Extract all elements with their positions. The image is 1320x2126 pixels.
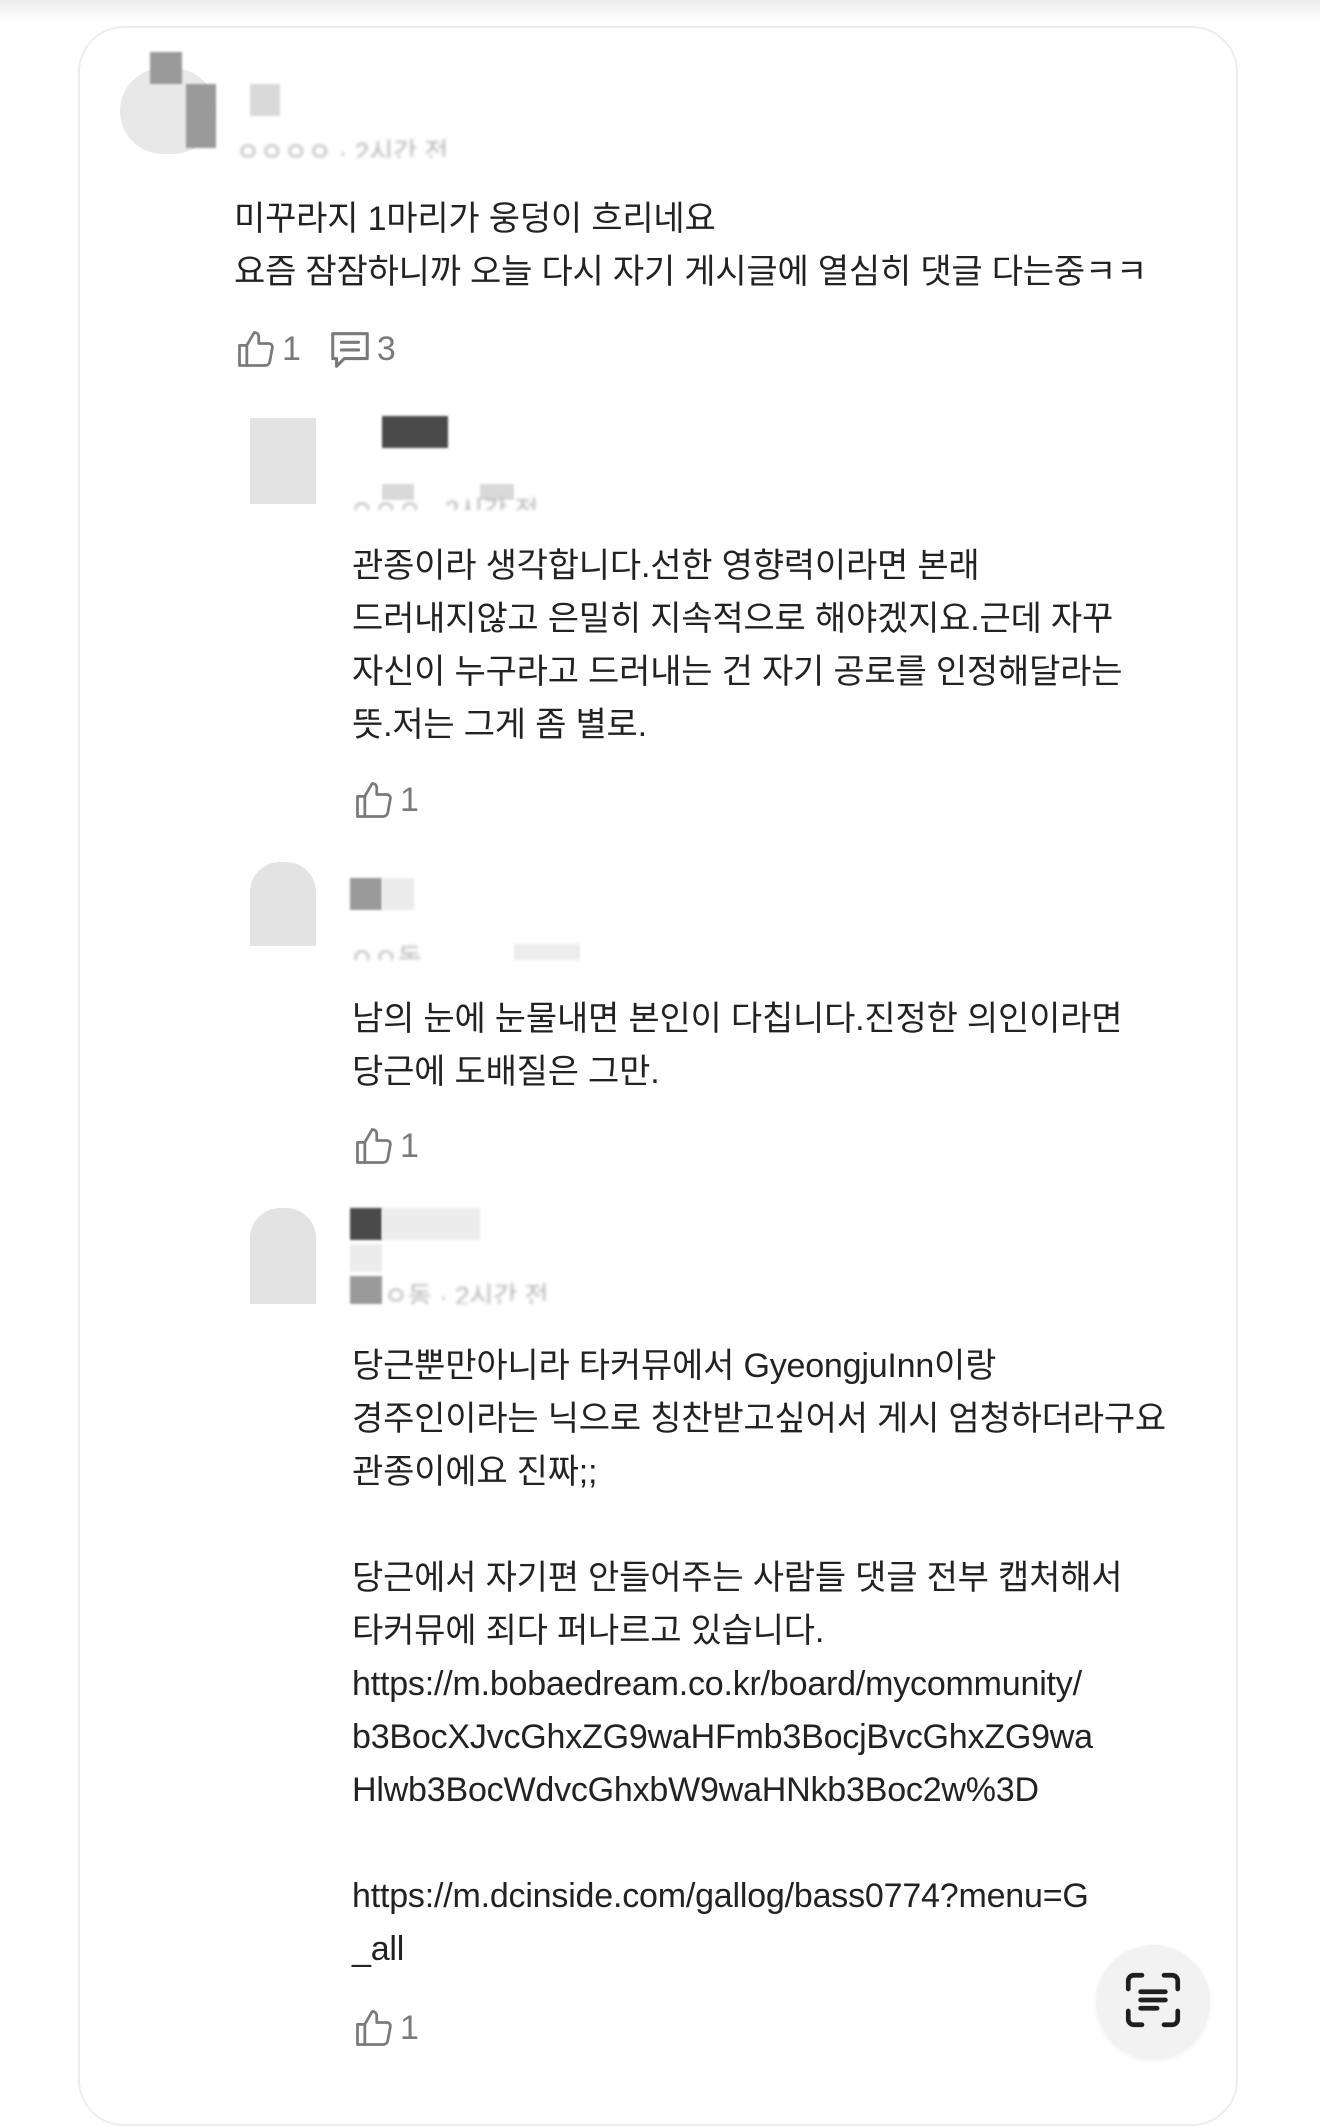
reply-actions: 1 <box>352 2006 445 2050</box>
thumbs-up-icon <box>352 2006 396 2050</box>
username-redacted <box>186 84 216 148</box>
avatar[interactable] <box>250 418 316 504</box>
comment-actions: 1 3 <box>234 326 422 372</box>
reply-button[interactable]: 3 <box>327 326 396 372</box>
top-shadow <box>0 0 1320 22</box>
username-redacted <box>150 52 182 84</box>
reply-text: 관종이라 생각합니다.선한 영향력이라면 본래 드러내지않고 은밀히 지속적으로… <box>352 547 1123 744</box>
reply-actions: 1 <box>352 1124 445 1168</box>
username-redacted <box>350 1276 382 1304</box>
text-scan-button[interactable] <box>1096 1945 1210 2059</box>
like-button[interactable]: 1 <box>352 778 419 822</box>
comment-text: 미꾸라지 1마리가 웅덩이 흐리네요 요즘 잠잠하니까 오늘 다시 자기 게시글… <box>234 200 1148 291</box>
like-button[interactable]: 1 <box>352 2006 419 2050</box>
username-redacted <box>382 416 448 448</box>
like-button[interactable]: 1 <box>234 327 301 371</box>
username-redacted <box>350 1244 382 1272</box>
comment-meta: ㅇㅇㅇㅇ · 2시간 전 <box>236 137 449 158</box>
thumbs-up-icon <box>352 778 396 822</box>
reply-meta: ㅇㅇ동 <box>350 943 422 960</box>
text-scan-icon <box>1120 1967 1186 2038</box>
thumbs-up-icon <box>352 1124 396 1168</box>
reply-meta: ㅇ동 · 2시간 전 <box>384 1281 549 1304</box>
like-count: 1 <box>282 329 301 368</box>
like-button[interactable]: 1 <box>352 1124 419 1168</box>
avatar[interactable] <box>250 862 316 946</box>
like-count: 1 <box>400 780 419 819</box>
username-redacted <box>514 944 580 960</box>
username-redacted <box>250 84 280 116</box>
reply-text: 당근뿐만아니라 타커뮤에서 GyeongjuInn이랑 경주인이라는 닉으로 칭… <box>352 1347 1166 1968</box>
reply-count: 3 <box>376 329 396 368</box>
like-count: 1 <box>400 2008 419 2047</box>
comment-icon <box>327 326 373 372</box>
like-count: 1 <box>400 1126 419 1165</box>
username-redacted <box>382 1208 480 1240</box>
username-redacted <box>350 1208 382 1240</box>
username-redacted <box>350 878 382 910</box>
reply-actions: 1 <box>352 778 445 822</box>
reply-meta: ㅇㅇㅇ · 2시간 전 <box>350 495 539 510</box>
thumbs-up-icon <box>234 327 278 371</box>
username-redacted <box>382 878 414 910</box>
reply-text: 남의 눈에 눈물내면 본인이 다칩니다.진정한 의인이라면 당근에 도배질은 그… <box>352 1000 1123 1091</box>
avatar[interactable] <box>250 1208 316 1304</box>
